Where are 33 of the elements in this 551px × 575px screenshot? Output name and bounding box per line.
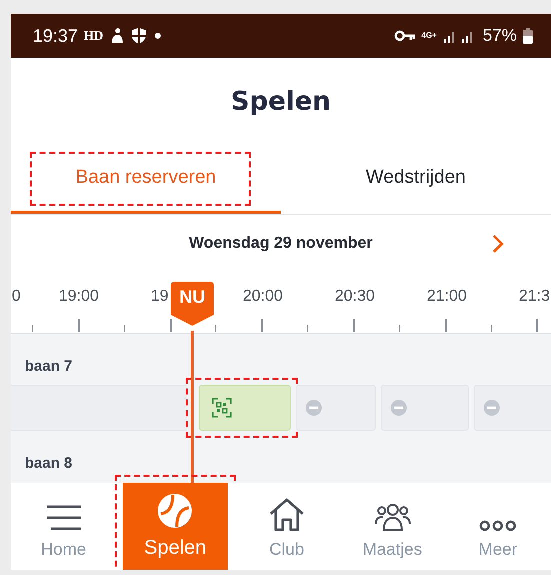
time-label: 21:3 — [519, 288, 550, 306]
time-label: 19 — [151, 288, 169, 306]
minus-circle-icon — [306, 400, 322, 416]
page-title: Spelen — [230, 86, 332, 116]
now-flag: NU — [171, 282, 214, 326]
date-label: Woensdag 29 november — [189, 235, 373, 253]
available-slot[interactable] — [199, 385, 291, 431]
court-label: baan 8 — [24, 455, 74, 474]
shield-icon — [130, 27, 148, 45]
hd-indicator: HD — [84, 28, 104, 44]
minus-circle-icon — [391, 400, 407, 416]
key-icon — [394, 30, 416, 42]
more-icon — [479, 520, 518, 532]
chevron-right-icon[interactable] — [491, 234, 505, 254]
clock: 19:37 — [33, 26, 78, 46]
qr-scan-icon — [212, 398, 232, 418]
people-icon — [374, 502, 412, 532]
menu-icon — [44, 504, 83, 532]
time-label: 0 — [12, 288, 21, 306]
battery-level: 57% — [482, 26, 517, 46]
figure-icon — [110, 28, 124, 44]
dot-icon — [154, 32, 162, 40]
tennis-ball-icon — [157, 493, 194, 529]
time-label: 21:00 — [427, 288, 468, 306]
nav-item[interactable]: Spelen — [122, 483, 228, 570]
minus-circle-icon — [484, 400, 500, 416]
battery-icon — [523, 28, 533, 44]
time-label: 19:00 — [59, 288, 100, 306]
house-icon — [268, 498, 305, 532]
network-indicator: 4G+ — [422, 32, 437, 40]
court-label: baan 7 — [24, 358, 74, 377]
time-label: 20:00 — [243, 288, 284, 306]
time-label: 20:30 — [335, 288, 376, 306]
